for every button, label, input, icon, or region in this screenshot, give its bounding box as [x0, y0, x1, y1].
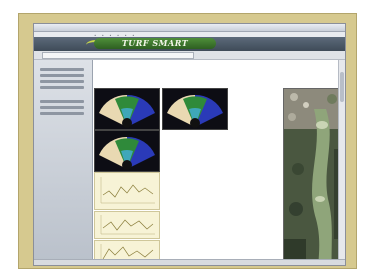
main-content	[93, 60, 345, 265]
sidebar-item[interactable]	[40, 106, 84, 109]
line-graph	[94, 211, 160, 239]
status-bar	[34, 259, 345, 265]
sidebar-item[interactable]	[40, 68, 84, 71]
photo-frame: • • • • • • TURF SMART	[18, 13, 357, 269]
sidebar-item[interactable]	[40, 112, 84, 115]
radar-image	[99, 94, 155, 128]
brand-logo[interactable]: TURF SMART	[94, 38, 216, 49]
scrollbar-thumb[interactable]	[340, 72, 344, 102]
radar-image	[167, 94, 223, 128]
title-bar	[34, 24, 345, 32]
radar-image	[99, 136, 155, 170]
radar-thumbnail[interactable]	[162, 88, 228, 130]
sidebar-item[interactable]	[40, 100, 84, 103]
aerial-course-map[interactable]	[283, 88, 343, 265]
graph-plot	[100, 215, 155, 235]
graph-plot	[100, 177, 155, 204]
line-graph	[94, 172, 160, 210]
sidebar-item[interactable]	[40, 86, 84, 89]
sidebar-item[interactable]	[40, 74, 84, 77]
radar-thumbnail[interactable]	[94, 88, 160, 130]
header-banner: TURF SMART	[34, 37, 345, 51]
toolbar	[34, 51, 345, 60]
sidebar-item[interactable]	[40, 80, 84, 83]
vertical-scrollbar[interactable]	[338, 60, 345, 265]
sidebar	[34, 60, 93, 265]
aerial-image	[284, 89, 342, 265]
address-field[interactable]	[42, 52, 194, 59]
radar-thumbnail[interactable]	[94, 130, 160, 172]
app-window: • • • • • • TURF SMART	[33, 23, 346, 266]
